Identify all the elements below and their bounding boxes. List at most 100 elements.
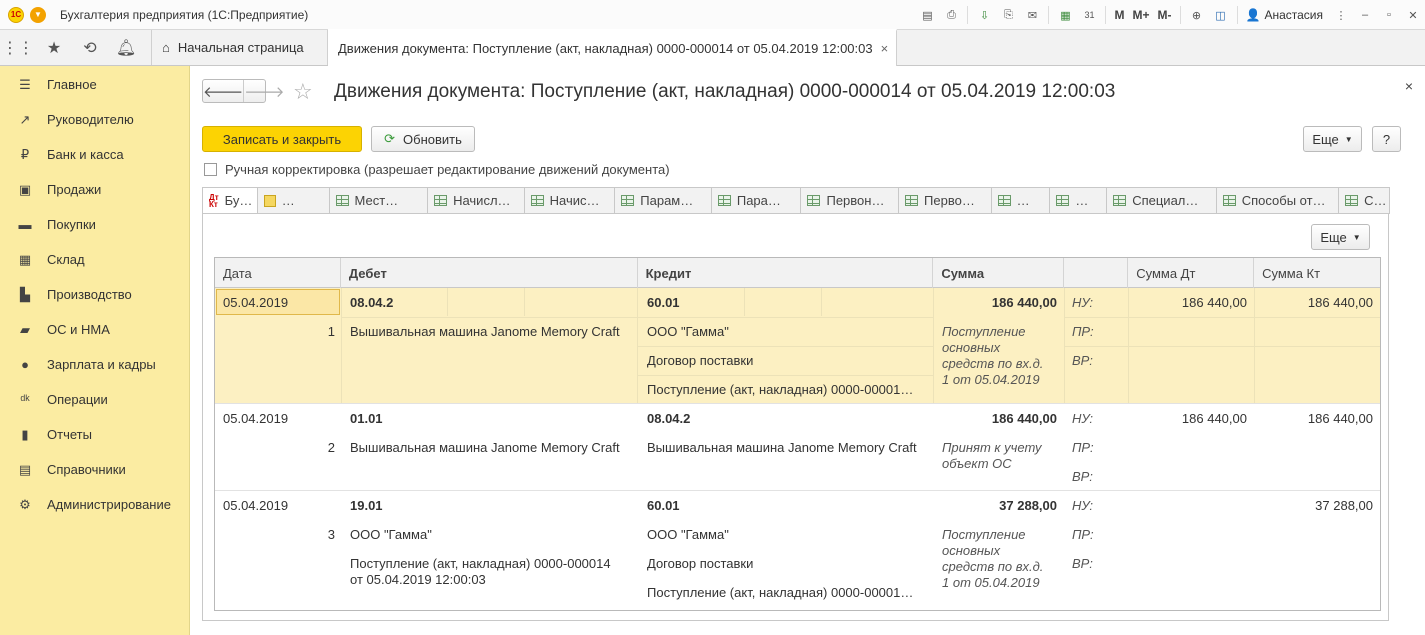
- sidebar-item-label: Склад: [47, 252, 85, 267]
- table-more-button[interactable]: Еще ▼: [1311, 224, 1370, 250]
- cell-sum-kt: 186 440,00: [1307, 411, 1373, 426]
- save-and-close-button[interactable]: Записать и закрыть: [202, 126, 362, 152]
- more-button[interactable]: Еще ▼: [1303, 126, 1362, 152]
- register-tab-label: …: [281, 193, 295, 208]
- table-grid-icon: [530, 195, 544, 206]
- manual-correction-checkbox[interactable]: [204, 163, 217, 176]
- sidebar-item[interactable]: ● Зарплата и кадры: [0, 347, 189, 382]
- sidebar-item[interactable]: ₽ Банк и касса: [0, 137, 189, 172]
- col-sum-kt[interactable]: Сумма Кт: [1254, 258, 1380, 288]
- memory-button[interactable]: M: [1114, 8, 1124, 22]
- tab-document-movements[interactable]: Движения документа: Поступление (акт, на…: [328, 29, 898, 66]
- cell-row-number: 1: [327, 324, 335, 339]
- memory-minus-button[interactable]: M-: [1158, 8, 1172, 22]
- entries-table: Дата Дебет Кредит Сумма Сумма Дт Сумма К…: [214, 257, 1381, 611]
- sidebar-item-label: Отчеты: [47, 427, 92, 442]
- cell-credit-account: 60.01: [647, 498, 680, 513]
- app-logo-icon[interactable]: 1С: [8, 6, 24, 23]
- calendar-icon[interactable]: 31: [1080, 6, 1098, 24]
- register-tab[interactable]: Начисл…: [427, 187, 525, 214]
- back-arrow-icon[interactable]: 🡐: [203, 80, 245, 102]
- cell-credit-subconto: Поступление (акт, накладная) 0000-00001…: [647, 382, 914, 397]
- table-grid-icon: [621, 195, 635, 206]
- register-tab[interactable]: Дт Кт Бу…: [202, 187, 258, 214]
- history-icon[interactable]: ⟲: [72, 30, 108, 65]
- cell-date: 05.04.2019: [223, 411, 289, 426]
- table-row[interactable]: 05.04.2019 1 08.04.2 Вышивальная машина …: [215, 288, 1380, 404]
- table-row[interactable]: 05.04.2019 3 19.01 ООО "Гамма" Поступлен…: [215, 491, 1380, 609]
- sidebar-item[interactable]: ▮ Отчеты: [0, 417, 189, 452]
- col-sum-dt[interactable]: Сумма Дт: [1128, 258, 1255, 288]
- register-tab[interactable]: С…: [1338, 187, 1390, 214]
- register-tab-label: С…: [1364, 193, 1387, 208]
- content-line: средств по вх.д.: [942, 356, 1044, 371]
- cell-content: Поступление основных средств по вх.д. 1 …: [942, 324, 1043, 388]
- panels-icon[interactable]: ◫: [1212, 6, 1230, 24]
- register-tab-label: Способы от…: [1241, 193, 1326, 208]
- register-tab[interactable]: Мест…: [328, 187, 429, 214]
- sidebar-item[interactable]: ☰ Главное: [0, 67, 189, 102]
- sidebar-item[interactable]: ▰ ОС и НМА: [0, 312, 189, 347]
- sidebar-item-label: Руководителю: [47, 112, 134, 127]
- sidebar-item[interactable]: ▬ Покупки: [0, 207, 189, 242]
- user-icon: 👤: [1245, 8, 1261, 22]
- cell-row-number: 2: [327, 440, 335, 455]
- apps-grid-icon[interactable]: ⋮⋮: [0, 30, 36, 65]
- sidebar-item[interactable]: ⚙ Администрирование: [0, 487, 189, 522]
- notifications-bell-icon[interactable]: 🔔︎: [108, 30, 144, 65]
- table-grid-icon: [905, 195, 919, 206]
- register-tab[interactable]: …: [256, 187, 330, 214]
- cell-sum: 37 288,00: [999, 498, 1057, 513]
- tab-close-icon[interactable]: ×: [881, 41, 889, 56]
- col-sum[interactable]: Сумма: [933, 258, 1065, 288]
- more-menu-icon[interactable]: ⋮: [1332, 6, 1350, 24]
- memory-plus-button[interactable]: M+: [1132, 8, 1149, 22]
- favorites-star-icon[interactable]: ★: [36, 30, 72, 65]
- close-window-icon[interactable]: ✕: [1404, 6, 1422, 24]
- user-menu[interactable]: 👤 Анастасия: [1246, 8, 1324, 22]
- register-tab[interactable]: Перво…: [898, 187, 992, 214]
- print-icon[interactable]: ⎙: [942, 6, 960, 24]
- register-tab[interactable]: …: [990, 187, 1051, 214]
- content-line: 1 от 05.04.2019: [942, 575, 1040, 590]
- forward-arrow-icon[interactable]: 🡒: [244, 80, 284, 102]
- export-icon[interactable]: ⇩: [975, 6, 993, 24]
- help-button[interactable]: ?: [1372, 126, 1401, 152]
- register-tab[interactable]: Первон…: [800, 187, 900, 214]
- register-tab-label: …: [1016, 193, 1030, 208]
- table-header: Дата Дебет Кредит Сумма Сумма Дт Сумма К…: [215, 258, 1380, 288]
- col-date[interactable]: Дата: [215, 258, 341, 288]
- sidebar-item[interactable]: ▦ Склад: [0, 242, 189, 277]
- table-row[interactable]: 05.04.2019 2 01.01 Вышивальная машина Ja…: [215, 404, 1380, 491]
- save-icon[interactable]: ▤: [918, 6, 936, 24]
- tab-home[interactable]: ⌂ Начальная страница: [152, 30, 328, 65]
- calculator-icon[interactable]: ▦: [1056, 6, 1074, 24]
- col-debit[interactable]: Дебет: [341, 258, 638, 288]
- register-tab[interactable]: Способы от…: [1215, 187, 1340, 214]
- tab-home-label: Начальная страница: [177, 40, 304, 55]
- sidebar-item[interactable]: ▙ Производство: [0, 277, 189, 312]
- sidebar-item[interactable]: ▤ Справочники: [0, 452, 189, 487]
- sidebar-item[interactable]: ᵈᵏ Операции: [0, 382, 189, 417]
- minimize-icon[interactable]: –: [1356, 6, 1374, 24]
- register-tab[interactable]: Специал…: [1106, 187, 1217, 214]
- main-menu-icon[interactable]: ▼: [30, 6, 46, 23]
- maximize-icon[interactable]: ▫: [1380, 6, 1398, 24]
- mail-icon[interactable]: ✉: [1023, 6, 1041, 24]
- sidebar-item[interactable]: ↗ Руководителю: [0, 102, 189, 137]
- app-title: Бухгалтерия предприятия (1С:Предприятие): [60, 7, 309, 22]
- cell-sum-dt: 186 440,00: [1181, 295, 1247, 310]
- register-tab[interactable]: Парам…: [614, 187, 712, 214]
- register-tab[interactable]: Начис…: [523, 187, 616, 214]
- close-form-icon[interactable]: ×: [1405, 78, 1413, 94]
- ruble-icon: ₽: [20, 146, 30, 162]
- register-tab[interactable]: Пара…: [710, 187, 802, 214]
- col-credit[interactable]: Кредит: [638, 258, 934, 288]
- register-tab-label: …: [1075, 193, 1089, 208]
- zoom-icon[interactable]: ⊕: [1188, 6, 1206, 24]
- link-icon[interactable]: ⎘: [999, 6, 1017, 24]
- favorite-star-icon[interactable]: ☆: [293, 79, 313, 105]
- refresh-button[interactable]: ⟳ Обновить: [371, 126, 475, 152]
- register-tab[interactable]: …: [1049, 187, 1108, 214]
- sidebar-item[interactable]: ▣ Продажи: [0, 172, 189, 207]
